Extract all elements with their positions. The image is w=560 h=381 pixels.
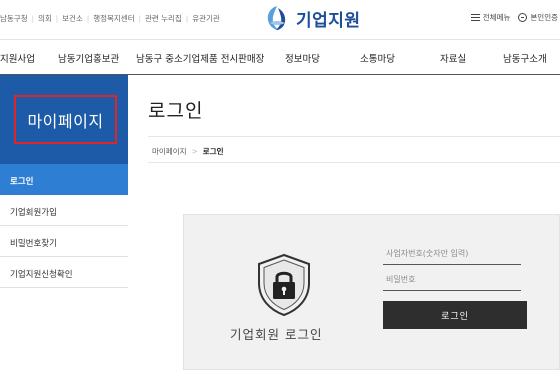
sidebar-item-find-password[interactable]: 비밀번호찾기 xyxy=(0,226,128,257)
breadcrumb-item-mypage[interactable]: 마이페이지 xyxy=(152,147,187,156)
sidebar-item-login[interactable]: 로그인 xyxy=(0,164,128,195)
breadcrumb-separator-icon: > xyxy=(191,147,198,156)
separator: | xyxy=(31,14,34,23)
separator: | xyxy=(55,14,59,23)
identity-verification-button[interactable]: 본인인증 xyxy=(518,12,558,23)
identity-verification-label: 본인인증 xyxy=(530,13,558,22)
util-link-welfare-center[interactable]: 행정복지센터 xyxy=(93,13,134,24)
sidebar-header: 마이페이지 xyxy=(0,75,128,164)
separator: | xyxy=(86,14,90,23)
separator: | xyxy=(185,14,189,23)
logo-icon xyxy=(267,6,286,30)
business-number-input[interactable]: 사업자번호(숫자만 입력) xyxy=(383,244,521,265)
utility-bar: 남동구청 | 의회 | 보건소 | 행정복지센터 | 관련 누리집 | 유관기관… xyxy=(0,0,560,38)
sidebar-item-application-check[interactable]: 기업지원신청확인 xyxy=(0,257,128,288)
auth-icon xyxy=(518,13,528,22)
nav-item-about-namdong[interactable]: 남동구소개 xyxy=(503,51,547,65)
all-menu-button[interactable]: 전체메뉴 xyxy=(470,12,511,23)
nav-item-support-programs[interactable]: 지원사업 xyxy=(0,51,35,65)
util-link-gu-office[interactable]: 남동구청 xyxy=(0,13,28,24)
breadcrumb: 마이페이지 > 로그인 xyxy=(148,136,560,163)
util-link-council[interactable]: 의회 xyxy=(38,13,52,24)
nav-item-product-showroom[interactable]: 남동구 중소기업제품 전시판매장 xyxy=(136,51,264,65)
sidebar-title: 마이페이지 xyxy=(27,111,104,131)
util-link-related-sites[interactable]: 관련 누리집 xyxy=(145,13,182,24)
nav-item-communication[interactable]: 소통마당 xyxy=(360,51,395,65)
sidebar-title-highlight: 마이페이지 xyxy=(14,95,117,144)
site-title: 기업지원 xyxy=(296,10,361,31)
password-input[interactable]: 비밀번호 xyxy=(383,270,521,291)
util-link-agencies[interactable]: 유관기관 xyxy=(192,13,220,24)
site-logo[interactable]: 기업지원 xyxy=(264,4,361,32)
page-title: 로그인 xyxy=(148,100,204,122)
sidebar-item-signup[interactable]: 기업회원가입 xyxy=(0,195,128,226)
util-link-health-center[interactable]: 보건소 xyxy=(62,13,83,24)
sidebar-menu: 로그인 기업회원가입 비밀번호찾기 기업지원신청확인 xyxy=(0,164,128,288)
login-panel: 기업회원 로그인 사업자번호(숫자만 입력) 비밀번호 로그인 xyxy=(183,214,560,370)
nav-item-archive[interactable]: 자료실 xyxy=(440,51,466,65)
lock-shield-icon xyxy=(258,253,310,317)
nav-item-company-promotion[interactable]: 남동기업홍보관 xyxy=(58,51,119,65)
utility-actions: 전체메뉴 본인인증 xyxy=(463,12,558,23)
menu-icon xyxy=(470,14,480,21)
login-button[interactable]: 로그인 xyxy=(383,301,527,329)
all-menu-label: 전체메뉴 xyxy=(482,13,511,22)
main-navigation: 지원사업 남동기업홍보관 남동구 중소기업제품 전시판매장 정보마당 소통마당 … xyxy=(0,39,560,75)
nav-item-information[interactable]: 정보마당 xyxy=(285,51,320,65)
login-heading: 기업회원 로그인 xyxy=(230,327,323,342)
related-sites-links: 남동구청 | 의회 | 보건소 | 행정복지센터 | 관련 누리집 | 유관기관 xyxy=(0,13,220,24)
breadcrumb-item-current: 로그인 xyxy=(202,147,224,156)
separator: | xyxy=(138,14,141,23)
